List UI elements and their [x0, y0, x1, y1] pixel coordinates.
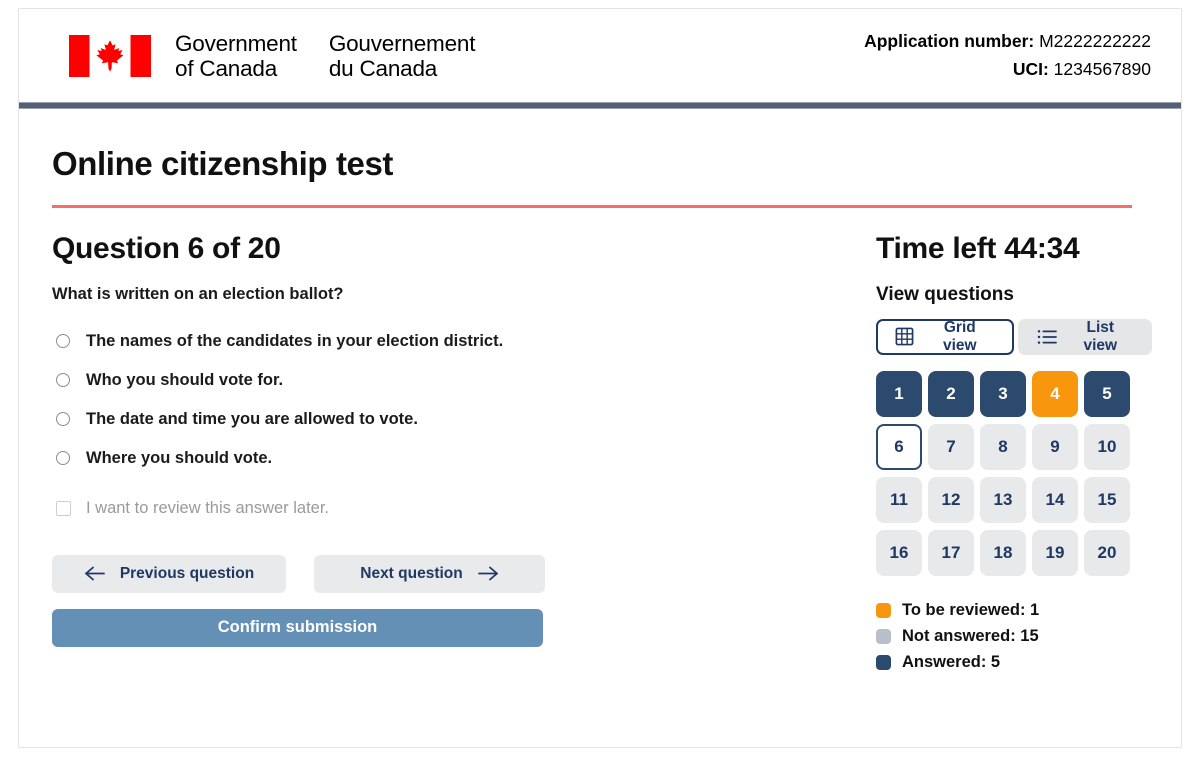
question-tile[interactable]: 12 — [928, 476, 974, 523]
page-card: Government of Canada Gouvernement du Can… — [18, 8, 1182, 748]
question-grid: 1 2 3 4 5 6 7 8 9 10 11 12 13 14 15 16 1 — [876, 370, 1152, 576]
answer-option-label: Who you should vote for. — [86, 370, 284, 389]
question-navigator-panel: Time left 44:34 View questions Grid view — [862, 232, 1152, 676]
application-number-row: Application number: M2222222222 — [864, 28, 1151, 55]
time-left: Time left 44:34 — [876, 232, 1080, 266]
question-tile[interactable]: 16 — [876, 529, 922, 576]
question-tile[interactable]: 15 — [1084, 476, 1130, 523]
uci-label: UCI: — [1012, 58, 1049, 79]
grid-icon — [895, 327, 914, 346]
legend-swatch-answered — [876, 655, 891, 671]
canada-flag-icon — [69, 34, 151, 77]
screen: Government of Canada Gouvernement du Can… — [0, 0, 1200, 764]
grid-view-button[interactable]: Grid view — [876, 318, 1014, 355]
question-tile[interactable]: 9 — [1032, 423, 1078, 470]
application-number-label: Application number: — [864, 31, 1035, 52]
application-number-value: M2222222222 — [1039, 31, 1151, 52]
question-heading: Question 6 of 20 — [52, 232, 281, 266]
answer-option[interactable]: The date and time you are allowed to vot… — [52, 400, 862, 439]
status-legend: To be reviewed: 1 Not answered: 15 Answe… — [876, 598, 1152, 676]
list-icon — [1037, 329, 1057, 344]
header-divider — [19, 102, 1181, 109]
site-header: Government of Canada Gouvernement du Can… — [19, 9, 1181, 102]
question-tile[interactable]: 20 — [1084, 529, 1130, 576]
answer-option[interactable]: Where you should vote. — [52, 439, 862, 478]
legend-label: To be reviewed: 1 — [902, 601, 1040, 620]
answer-options: The names of the candidates in your elec… — [52, 322, 862, 478]
question-panel: Question 6 of 20 What is written on an e… — [52, 232, 862, 676]
question-tile[interactable]: 8 — [980, 423, 1026, 470]
navigation-buttons: Previous question Next question — [52, 554, 862, 593]
question-tile[interactable]: 18 — [980, 529, 1026, 576]
confirm-submission-label: Confirm submission — [217, 618, 378, 637]
question-tile[interactable]: 13 — [980, 476, 1026, 523]
legend-item-to-be-reviewed: To be reviewed: 1 — [876, 598, 1152, 624]
question-tile[interactable]: 2 — [928, 370, 974, 417]
legend-swatch-review — [876, 603, 891, 619]
next-question-label: Next question — [360, 564, 463, 582]
answer-option-label: The names of the candidates in your elec… — [86, 331, 504, 350]
legend-item-not-answered: Not answered: 15 — [876, 624, 1152, 650]
legend-label: Answered: 5 — [902, 653, 1001, 672]
application-info: Application number: M2222222222 UCI: 123… — [864, 28, 1151, 82]
question-text: What is written on an election ballot? — [52, 284, 344, 303]
previous-question-button[interactable]: Previous question — [52, 554, 286, 593]
confirm-submission-button[interactable]: Confirm submission — [52, 608, 543, 647]
list-view-button[interactable]: List view — [1017, 318, 1152, 355]
wordmark-english: Government of Canada — [175, 30, 297, 81]
view-toggle-group: Grid view List view — [876, 318, 1152, 355]
question-tile[interactable]: 19 — [1032, 529, 1078, 576]
content-columns: Question 6 of 20 What is written on an e… — [52, 232, 1152, 676]
legend-swatch-not-answered — [876, 629, 891, 645]
arrow-right-icon — [477, 566, 498, 581]
answer-option-label: The date and time you are allowed to vot… — [86, 409, 418, 428]
radio-icon[interactable] — [56, 451, 70, 466]
question-tile[interactable]: 11 — [876, 476, 922, 523]
question-tile-current[interactable]: 6 — [876, 423, 922, 470]
question-tile[interactable]: 5 — [1084, 370, 1130, 417]
list-view-label: List view — [1083, 318, 1118, 354]
answer-option[interactable]: The names of the candidates in your elec… — [52, 322, 862, 361]
question-tile[interactable]: 17 — [928, 529, 974, 576]
checkbox-icon[interactable] — [56, 500, 71, 516]
grid-view-label: Grid view — [943, 318, 977, 354]
question-tile[interactable]: 4 — [1032, 370, 1078, 417]
page-body: Online citizenship test Question 6 of 20… — [19, 145, 1181, 676]
previous-question-label: Previous question — [119, 564, 255, 582]
legend-item-answered: Answered: 5 — [876, 650, 1152, 676]
question-tile[interactable]: 3 — [980, 370, 1026, 417]
radio-icon[interactable] — [56, 412, 70, 427]
answer-option-label: Where you should vote. — [86, 448, 273, 467]
question-tile[interactable]: 14 — [1032, 476, 1078, 523]
radio-icon[interactable] — [56, 334, 70, 349]
question-tile[interactable]: 1 — [876, 370, 922, 417]
radio-icon[interactable] — [56, 373, 70, 388]
wordmarks: Government of Canada Gouvernement du Can… — [175, 31, 475, 81]
uci-value: 1234567890 — [1053, 58, 1151, 79]
review-later-label: I want to review this answer later. — [86, 498, 330, 517]
next-question-button[interactable]: Next question — [314, 554, 545, 593]
wordmark-french: Gouvernement du Canada — [328, 30, 476, 81]
answer-option[interactable]: Who you should vote for. — [52, 361, 862, 400]
title-underline — [52, 205, 1132, 209]
question-tile[interactable]: 10 — [1084, 423, 1130, 470]
legend-label: Not answered: 15 — [902, 627, 1039, 646]
uci-row: UCI: 1234567890 — [864, 56, 1151, 83]
review-later-checkbox-row[interactable]: I want to review this answer later. — [52, 499, 862, 518]
question-tile[interactable]: 7 — [928, 423, 974, 470]
view-questions-heading: View questions — [876, 283, 1014, 305]
government-of-canada-brand: Government of Canada Gouvernement du Can… — [69, 31, 475, 81]
arrow-left-icon — [84, 566, 105, 581]
page-title: Online citizenship test — [52, 145, 394, 182]
